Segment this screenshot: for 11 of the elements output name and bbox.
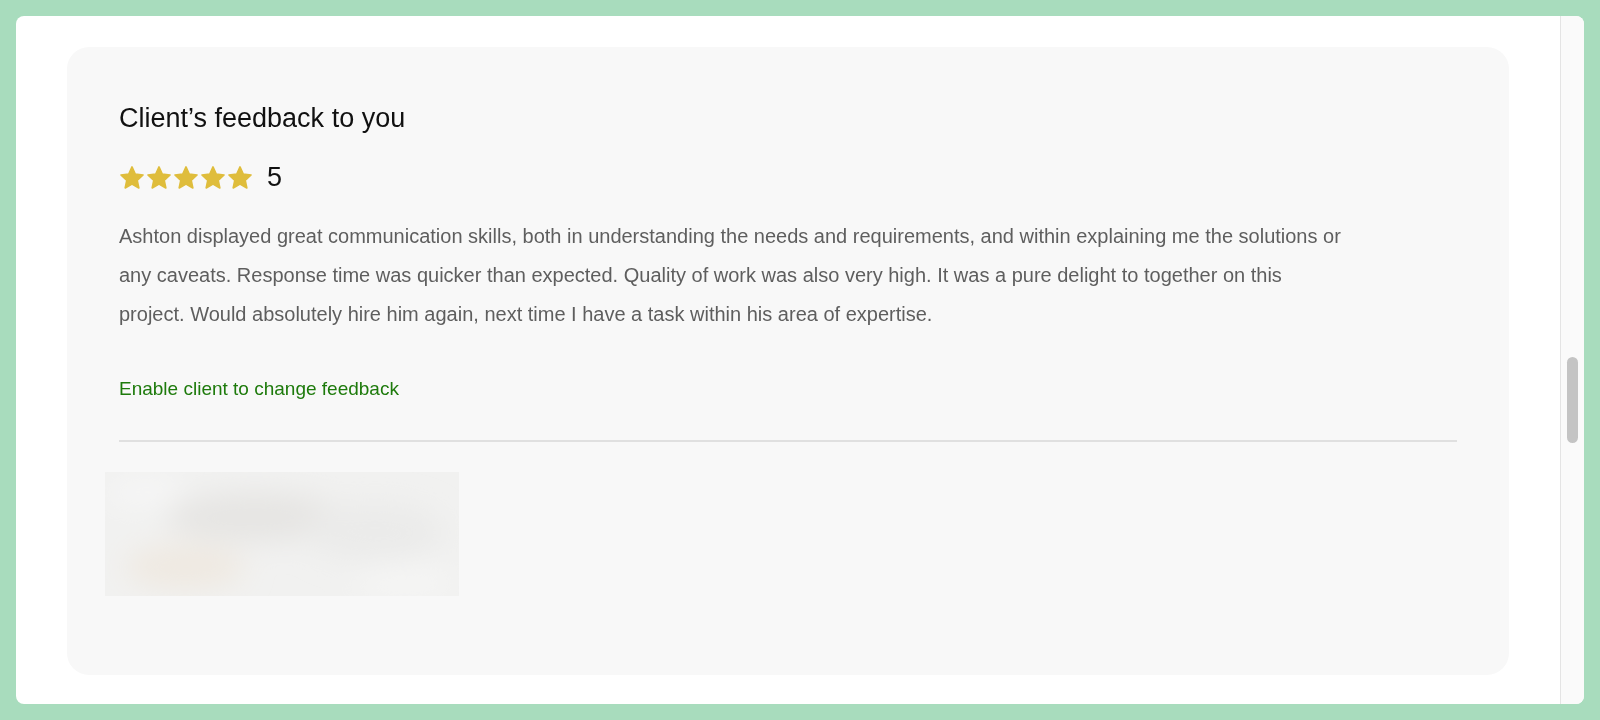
rating-value: 5 [267,162,283,193]
scrollbar-thumb[interactable] [1567,357,1578,443]
star-icon [119,164,145,191]
card-title: Client’s feedback to you [119,103,407,134]
star-icon [146,164,172,191]
star-icon [200,164,226,191]
feedback-text: Ashton displayed great communication skills, both in understanding the needs and requirements, and within explaining me the solutions or any caveats. Response time was quicker than expected. Quality of work was also very high. It was a pure delight to together on this project. Would absolutely hire him again, next time I have a task within his area of expertise. [119,224,1342,327]
scrollbar[interactable] [1560,16,1584,704]
star-icon [227,164,253,191]
change-feedback-link[interactable]: Enable client to change feedback [119,378,399,400]
star-icon [173,164,199,191]
